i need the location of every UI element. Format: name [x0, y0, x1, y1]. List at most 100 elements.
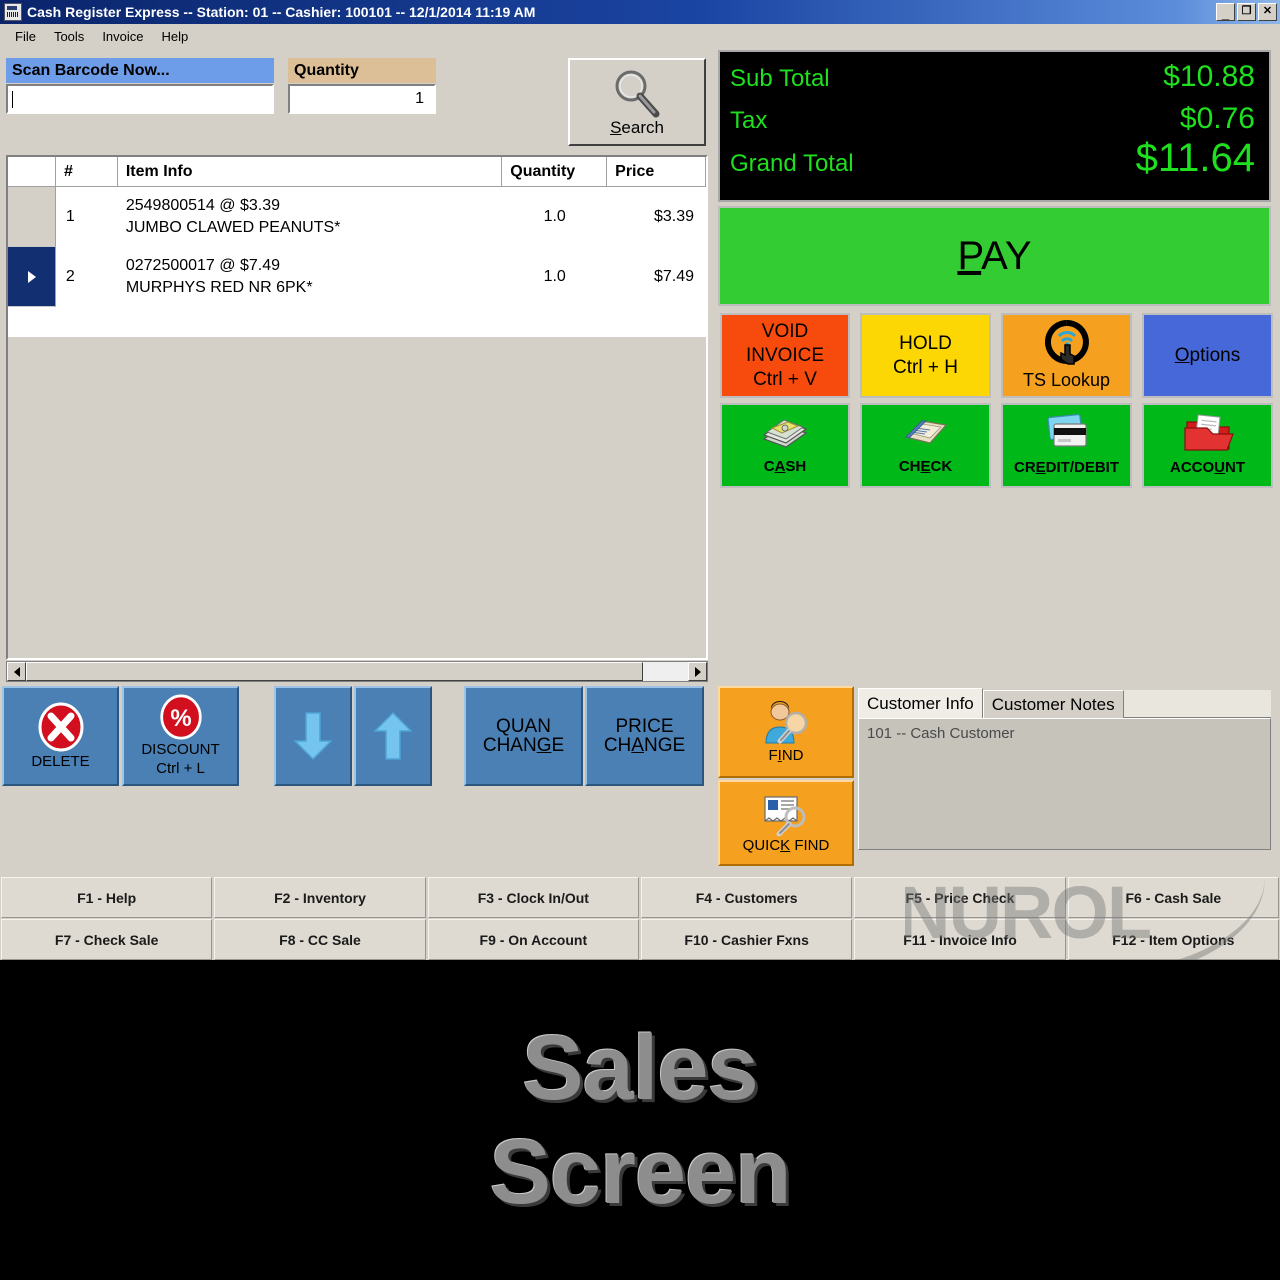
price-change-post: NGE: [643, 735, 686, 756]
hold-button[interactable]: HOLD Ctrl + H: [860, 313, 991, 398]
chevron-left-icon: [13, 666, 20, 677]
tab-customer-info[interactable]: Customer Info: [858, 688, 983, 718]
tab-customer-notes[interactable]: Customer Notes: [982, 690, 1124, 718]
fkey-f11[interactable]: F11 - Invoice Info: [854, 919, 1066, 960]
discount-button[interactable]: % DISCOUNT Ctrl + L: [122, 686, 239, 786]
pay-accel: P: [957, 233, 982, 278]
hold-line1: HOLD: [899, 332, 952, 354]
quickfind-accel: K: [780, 836, 791, 854]
window-controls: _ ❐ ✕: [1216, 3, 1277, 21]
menu-item-tools[interactable]: Tools: [45, 27, 93, 46]
scan-barcode-label: Scan Barcode Now...: [6, 58, 274, 84]
search-accel: S: [610, 118, 622, 137]
fkey-f3[interactable]: F3 - Clock In/Out: [427, 877, 639, 918]
void-line2: INVOICE: [745, 344, 825, 366]
credit-card-icon: [1047, 413, 1087, 447]
row-item-description: MURPHYS RED NR 6PK*: [125, 279, 313, 296]
cash-post: SH: [785, 457, 807, 475]
options-button[interactable]: Options: [1142, 313, 1273, 398]
row-number: 2: [65, 268, 75, 285]
minimize-icon: _: [1221, 6, 1230, 21]
delete-button[interactable]: DELETE: [2, 686, 119, 786]
quantity-input[interactable]: 1: [287, 83, 437, 115]
row-selected-arrow-icon: [28, 270, 37, 283]
credit-debit-button[interactable]: CREDIT/DEBIT: [1001, 403, 1132, 488]
fkey-f10[interactable]: F10 - Cashier Fxns: [640, 919, 853, 960]
tax-row: Tax $0.76: [730, 102, 1255, 136]
account-folder-icon: [1183, 413, 1234, 451]
fkey-f9[interactable]: F9 - On Account: [427, 919, 639, 960]
scrollbar-thumb[interactable]: [26, 662, 643, 681]
fkey-f8[interactable]: F8 - CC Sale: [214, 919, 426, 960]
svg-text:%: %: [170, 705, 191, 732]
row-quantity: 1.0: [543, 208, 566, 225]
menu-bar: File Tools Invoice Help: [0, 24, 1280, 48]
close-icon: ✕: [1262, 5, 1273, 17]
table-row[interactable]: 1 2549800514 @ $3.39 JUMBO CLAWED PEANUT…: [8, 187, 706, 247]
caption-line-1: Sales: [522, 1017, 758, 1119]
delete-label: DELETE: [31, 752, 90, 770]
grid-header-number: #: [56, 157, 118, 186]
pay-button[interactable]: PAY: [718, 206, 1271, 306]
void-invoice-button[interactable]: VOID INVOICE Ctrl + V: [720, 313, 850, 398]
pay-rest: AY: [981, 233, 1032, 278]
price-change-button[interactable]: PRICE CHANGE: [585, 686, 704, 786]
search-button[interactable]: Search: [568, 58, 706, 146]
credit-debit-label: CREDIT/DEBIT: [1014, 456, 1119, 480]
row-selector[interactable]: [8, 187, 56, 247]
ts-lookup-button[interactable]: TS Lookup: [1001, 313, 1132, 398]
quan-change-line1: QUAN: [496, 716, 551, 737]
row-item-info: 0272500017 @ $7.49 MURPHYS RED NR 6PK*: [118, 247, 502, 307]
fkey-f2[interactable]: F2 - Inventory: [214, 877, 426, 918]
move-item-up-button[interactable]: [354, 686, 432, 786]
restore-button[interactable]: ❐: [1237, 3, 1256, 21]
check-button[interactable]: CHECK: [860, 403, 991, 488]
restore-icon: ❐: [1241, 5, 1252, 17]
grid-header-selector: [8, 157, 56, 186]
hold-line2: Ctrl + H: [893, 356, 958, 378]
table-row[interactable]: 2 0272500017 @ $7.49 MURPHYS RED NR 6PK*…: [8, 247, 706, 307]
row-selector[interactable]: [8, 247, 56, 307]
scroll-right-button[interactable]: [688, 662, 707, 681]
grid-horizontal-scrollbar[interactable]: [6, 661, 708, 682]
menu-item-invoice[interactable]: Invoice: [93, 27, 152, 46]
price-change-pre: CH: [603, 735, 632, 756]
minimize-button[interactable]: _: [1216, 3, 1235, 21]
quantity-change-button[interactable]: QUAN CHANGE: [464, 686, 583, 786]
quick-find-label: QUICK FIND: [743, 837, 830, 854]
close-button[interactable]: ✕: [1258, 3, 1277, 21]
fkey-f4[interactable]: F4 - Customers: [640, 877, 853, 918]
row-quantity: 1.0: [543, 268, 566, 285]
function-key-bar: F1 - Help F2 - Inventory F3 - Clock In/O…: [0, 876, 1280, 960]
fkey-f5[interactable]: F5 - Price Check: [854, 877, 1066, 918]
scroll-left-button[interactable]: [7, 662, 26, 681]
grid-header-price: Price: [607, 157, 706, 186]
app-icon: [4, 3, 22, 21]
search-icon: [615, 70, 660, 118]
price-change-line2: CHANGE: [604, 736, 685, 755]
move-item-down-button[interactable]: [274, 686, 352, 786]
fkey-f6[interactable]: F6 - Cash Sale: [1067, 877, 1279, 918]
cash-label: CASH: [764, 455, 807, 479]
scan-barcode-input[interactable]: [5, 83, 275, 115]
scrollbar-track[interactable]: [26, 662, 688, 681]
menu-item-file[interactable]: File: [6, 27, 45, 46]
discount-shortcut: Ctrl + L: [156, 760, 205, 777]
fkey-f7[interactable]: F7 - Check Sale: [1, 919, 213, 960]
menu-item-help[interactable]: Help: [153, 27, 198, 46]
quan-change-line2: CHANGE: [483, 736, 564, 755]
quan-change-post: E: [551, 735, 565, 756]
fkey-f1[interactable]: F1 - Help: [1, 877, 213, 918]
find-pre: F: [768, 746, 778, 764]
credit-pre: CR: [1013, 458, 1036, 476]
grid-header-row: # Item Info Quantity Price: [8, 157, 706, 187]
find-customer-button[interactable]: FIND: [718, 686, 854, 778]
fkey-f12[interactable]: F12 - Item Options: [1067, 919, 1279, 960]
cash-button[interactable]: CASH: [720, 403, 850, 488]
quick-find-button[interactable]: QUICK FIND: [718, 780, 854, 866]
row-number: 1: [65, 208, 75, 225]
customer-info-body: 101 -- Cash Customer: [858, 718, 1271, 850]
account-accel: U: [1214, 458, 1225, 476]
account-button[interactable]: ACCOUNT: [1142, 403, 1273, 488]
cash-pre: C: [763, 457, 775, 475]
